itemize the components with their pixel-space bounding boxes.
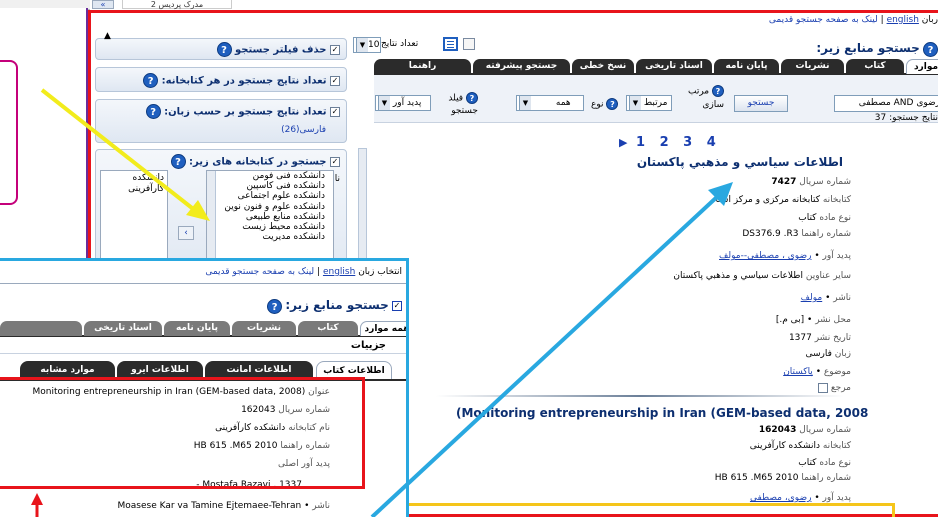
- library-item[interactable]: دانشکده فنی فومن: [221, 171, 325, 181]
- help-icon[interactable]: ?: [216, 42, 232, 57]
- details-rule: [0, 353, 406, 354]
- collapse-checkbox[interactable]: ✓: [330, 44, 340, 55]
- collapse-checkbox[interactable]: ✓: [330, 156, 340, 167]
- tab-thesis[interactable]: پایان نامه: [714, 59, 779, 74]
- top-strip-label: مدرک پردیس 2: [122, 0, 232, 9]
- help-icon[interactable]: ?: [170, 154, 186, 169]
- help-icon[interactable]: ?: [712, 85, 724, 97]
- back-old-search-link[interactable]: لینک به صفحه جستجو قدیمی: [769, 15, 878, 25]
- tab-help[interactable]: راهنما: [374, 59, 471, 74]
- page-1[interactable]: 1: [636, 135, 645, 150]
- collapse-checkbox[interactable]: ✓: [330, 106, 340, 117]
- results-count: نتایج جستجو: 37: [874, 113, 938, 123]
- front-old-search-link[interactable]: لینک به صفحه جستجو قدیمی: [205, 267, 314, 277]
- result1-title[interactable]: اطلاعات سياسي و مذهبي پاكستان: [637, 155, 843, 169]
- back-search-title: ? جستجو منابع زیر:: [816, 41, 938, 57]
- selected-library-item[interactable]: کارآفرینی: [104, 184, 164, 195]
- collapse-checkbox[interactable]: ✓: [330, 75, 340, 86]
- search-input[interactable]: مصطفی AND رضوی: [834, 95, 938, 112]
- result1-details: شماره سریال 7427 کتابخانه کتابخانه مرکزی…: [673, 177, 851, 393]
- search-button[interactable]: جستجو: [734, 95, 788, 112]
- collapse-checkbox[interactable]: ✓: [392, 301, 402, 311]
- next-page-icon[interactable]: ▶: [619, 136, 627, 149]
- language-facet-link[interactable]: فارسی(26): [281, 125, 326, 135]
- library-item[interactable]: دانشکده فنی کاسپین: [221, 181, 325, 191]
- move-left-button[interactable]: ‹: [178, 226, 194, 240]
- view-list-icon[interactable]: [443, 37, 458, 51]
- front-tab-historical[interactable]: اسناد تاریخی: [84, 321, 162, 336]
- help-icon[interactable]: ?: [923, 41, 938, 57]
- per-language-panel: ✓ تعداد نتایج جستجو بر حسب زبان: ? فارسی…: [95, 99, 347, 143]
- type-label: ? نوع: [591, 98, 619, 110]
- field-label: ? فیلد جستجو: [448, 92, 478, 116]
- details-label: جزییات: [350, 340, 386, 351]
- tab-book[interactable]: کتاب: [846, 59, 904, 74]
- chevron-down-icon: ▼: [356, 38, 368, 52]
- help-icon[interactable]: ?: [143, 73, 159, 88]
- tab-all[interactable]: موارد: [906, 59, 938, 74]
- tab-historical-docs[interactable]: اسناد تاریخی: [636, 59, 712, 74]
- author-link[interactable]: رضوی ، مصطفی--مولف: [719, 251, 811, 261]
- back-lang-prefix: ربان: [921, 15, 938, 25]
- page-2[interactable]: 2: [660, 135, 669, 150]
- front-tab-journals[interactable]: نشریات: [232, 321, 296, 336]
- chevron-down-icon: ▼: [629, 96, 641, 110]
- result2-details: شماره سریال 162043 کتابخانه دانشکده کارآ…: [714, 425, 851, 503]
- front-tab-book[interactable]: کتاب: [298, 321, 358, 336]
- front-lang-link[interactable]: english: [323, 267, 355, 277]
- front-header-rule: [0, 283, 406, 284]
- help-icon[interactable]: ?: [145, 104, 161, 119]
- library-item[interactable]: دانشکده منابع طبیعی: [221, 212, 325, 222]
- tab-journals[interactable]: نشریات: [781, 59, 844, 74]
- back-lang-link[interactable]: english: [887, 15, 919, 25]
- tab-manuscripts[interactable]: نسخ خطی: [572, 59, 634, 74]
- help-icon[interactable]: ?: [466, 92, 478, 104]
- front-header-links: انتخاب زبان english | لینک به صفحه جستجو…: [205, 267, 402, 277]
- front-tab-all[interactable]: همه موارد: [360, 321, 406, 336]
- chevron-down-icon: ▼: [378, 96, 390, 110]
- back-header-links: ربان english | لینک به صفحه جستجو قدیمی: [768, 15, 938, 25]
- up-arrow-icon[interactable]: ▲: [104, 31, 111, 41]
- page-3[interactable]: 3: [683, 135, 692, 150]
- sort-label: ? مرتب سازی: [687, 85, 724, 110]
- page-4[interactable]: 4: [707, 135, 716, 150]
- results-per-page-select[interactable]: ▼ 10: [353, 37, 381, 53]
- front-tab-more[interactable]: [0, 321, 82, 336]
- top-strip-chevron[interactable]: «: [92, 0, 114, 9]
- results-separator: [436, 395, 844, 397]
- pagination: ▶ 1 2 3 4: [619, 135, 716, 150]
- publisher-link[interactable]: مولف: [801, 293, 823, 303]
- view-grid-icon[interactable]: [463, 38, 475, 50]
- result2-title[interactable]: (Monitoring entrepreneurship in Iran (GE…: [456, 406, 868, 420]
- chevron-down-icon: ▼: [519, 96, 531, 110]
- subject-link[interactable]: پاكستان: [783, 367, 813, 377]
- type-select[interactable]: ▼ همه: [516, 95, 584, 111]
- library-item[interactable]: دانشکده علوم و فنون نوین: [221, 202, 325, 212]
- library-item[interactable]: دانشکده مدیریت: [221, 232, 325, 242]
- tab-advanced-search[interactable]: جستجو پیشرفته: [473, 59, 570, 74]
- pink-box: [0, 60, 18, 205]
- reference-checkbox[interactable]: [817, 382, 828, 393]
- per-library-panel: ✓ تعداد نتایج جستجو در هر کتابخانه: ?: [95, 67, 347, 92]
- front-search-title: ✓ جستجو منابع زیر: ?: [267, 298, 402, 314]
- library-item[interactable]: دانشکده محیط زیست: [221, 222, 325, 232]
- front-tab-thesis[interactable]: پایان نامه: [164, 321, 230, 336]
- sort-select[interactable]: ▼ مرتبط: [626, 95, 672, 111]
- author-link[interactable]: رضوی، مصطفی: [750, 493, 812, 503]
- results-per-page-label: تعداد نتایج: [381, 39, 419, 49]
- help-icon[interactable]: ?: [606, 98, 619, 110]
- remove-filter-panel: ✓ حذف فیلتر جستجو ? ▲: [95, 31, 347, 60]
- help-icon[interactable]: ?: [267, 298, 283, 314]
- library-item[interactable]: دانشکده علوم اجتماعی: [221, 191, 325, 201]
- red-highlight-box: [0, 377, 365, 489]
- selected-library-item[interactable]: دانشکده: [104, 173, 164, 184]
- field-select[interactable]: ▼ پدید آور: [375, 95, 431, 111]
